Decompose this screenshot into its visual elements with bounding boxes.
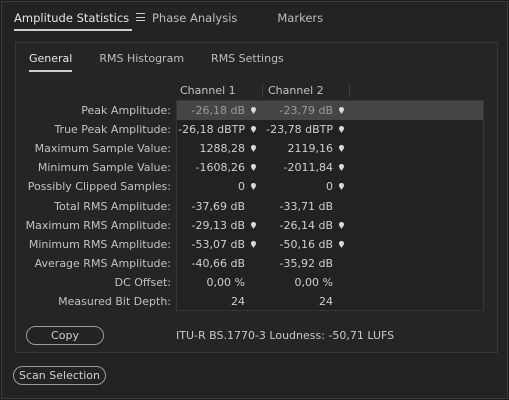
tab-general[interactable]: General [29, 52, 73, 72]
tab-markers[interactable]: Markers [277, 11, 323, 31]
top-tab-bar: Amplitude Statistics Phase Analysis Mark… [14, 11, 323, 31]
row-label: Average RMS Amplitude: [34, 256, 171, 270]
table-row[interactable]: Total RMS Amplitude: -37,69 dB -33,71 dB [54, 197, 483, 216]
channel-2-value: -23,79 dB [279, 104, 334, 117]
tab-amplitude-statistics-label: Amplitude Statistics [14, 11, 130, 25]
table-row[interactable]: True Peak Amplitude: -26,18 dBTP -23,78 dB… [54, 120, 483, 139]
location-pin-icon[interactable] [339, 221, 344, 229]
location-pin-icon[interactable] [339, 126, 344, 134]
sub-tab-bar: General RMS Histogram RMS Settings [29, 52, 284, 72]
channel-2-value: 0,00 % [294, 275, 333, 289]
channel-1-value: 24 [231, 295, 245, 308]
row-label: Minimum Sample Value: [37, 161, 171, 175]
tab-phase-analysis[interactable]: Phase Analysis [152, 11, 237, 31]
channel-2-value: -26,14 dB [279, 218, 334, 232]
tab-rms-settings-label: RMS Settings [211, 52, 284, 65]
row-label: Minimum RMS Amplitude: [28, 237, 171, 251]
channel-2-value: -23,78 dBTP [266, 123, 333, 137]
amplitude-statistics-panel: Amplitude Statistics Phase Analysis Mark… [1, 1, 508, 399]
general-statistics-pane: General RMS Histogram RMS Settings Chann… [15, 42, 498, 353]
location-pin-icon[interactable] [339, 107, 344, 114]
row-label: True Peak Amplitude: [54, 123, 171, 137]
tab-rms-histogram[interactable]: RMS Histogram [99, 52, 184, 72]
tab-markers-label: Markers [277, 11, 324, 25]
channel-1-value: 1288,28 [199, 142, 246, 156]
channel-2-value: 2119,16 [287, 142, 334, 156]
tab-phase-analysis-label: Phase Analysis [152, 11, 238, 25]
channel-2-value: 0 [326, 180, 333, 194]
row-label: Possibly Clipped Samples: [27, 180, 171, 194]
table-row[interactable]: Minimum Sample Value: -1608,26 -2011,84 [38, 158, 483, 177]
tab-amplitude-statistics[interactable]: Amplitude Statistics [14, 11, 146, 31]
channel-1-value: -40,66 dB [191, 256, 246, 270]
location-pin-icon[interactable] [251, 240, 256, 248]
location-pin-icon[interactable] [251, 107, 256, 114]
location-pin-icon[interactable] [251, 183, 256, 191]
row-label: Measured Bit Depth: [58, 295, 171, 308]
row-label: Maximum RMS Amplitude: [25, 218, 171, 232]
channel-1-value: 0 [238, 180, 245, 194]
statistics-table: Peak Amplitude: -26,18 dB -23,79 dB True Pe… [26, 100, 484, 311]
location-pin-icon[interactable] [251, 164, 256, 172]
channel-1-value: -26,18 dBTP [178, 123, 245, 137]
table-row[interactable]: Maximum RMS Amplitude: -29,13 dB -26,14 dB [26, 216, 483, 235]
channel-1-value: 0,00 % [206, 275, 245, 289]
location-pin-icon[interactable] [339, 183, 344, 191]
channel-2-value: -50,16 dB [279, 237, 334, 251]
scan-selection-button[interactable]: Scan Selection [13, 366, 106, 385]
table-row[interactable]: Average RMS Amplitude: -40,66 dB -35,92 dB [35, 254, 483, 273]
column-header-channel-2: Channel 2 [268, 84, 324, 97]
column-header-channel-1: Channel 1 [180, 84, 236, 97]
location-pin-icon[interactable] [251, 126, 256, 134]
location-pin-icon[interactable] [339, 164, 344, 172]
location-pin-icon[interactable] [251, 145, 256, 153]
location-pin-icon[interactable] [339, 145, 344, 153]
loudness-readout: ITU-R BS.1770-3 Loudness: -50,71 LUFS [176, 329, 395, 342]
table-row[interactable]: Peak Amplitude: -26,18 dB -23,79 dB [81, 101, 483, 121]
channel-1-value: -29,13 dB [191, 218, 246, 232]
column-divider [262, 84, 263, 97]
tab-rms-histogram-label: RMS Histogram [99, 52, 185, 65]
table-row[interactable]: Possibly Clipped Samples: 0 0 [28, 177, 483, 196]
table-row[interactable]: DC Offset: 0,00 % 0,00 % [115, 273, 483, 292]
copy-button[interactable]: Copy [26, 326, 104, 345]
row-label: DC Offset: [114, 275, 171, 289]
row-label: Maximum Sample Value: [34, 142, 171, 156]
location-pin-icon[interactable] [251, 221, 256, 229]
channel-1-value: -53,07 dB [191, 237, 246, 251]
table-row[interactable]: Measured Bit Depth: 24 24 [58, 292, 483, 311]
channel-2-value: 24 [319, 295, 333, 308]
channel-1-value: -26,18 dB [191, 104, 246, 117]
column-divider [349, 84, 350, 97]
channel-1-value: -1608,26 [195, 161, 245, 175]
channel-2-value: -35,92 dB [279, 256, 334, 270]
channel-2-value: -33,71 dB [279, 199, 334, 213]
table-row[interactable]: Minimum RMS Amplitude: -53,07 dB -50,16 dB [29, 235, 483, 254]
tab-rms-settings[interactable]: RMS Settings [211, 52, 284, 72]
channel-1-value: -37,69 dB [191, 199, 246, 213]
location-pin-icon[interactable] [339, 240, 344, 248]
table-row[interactable]: Maximum Sample Value: 1288,28 2119,16 [35, 139, 483, 158]
row-label: Total RMS Amplitude: [54, 199, 171, 213]
tab-general-label: General [29, 52, 73, 65]
hamburger-menu-icon[interactable] [136, 13, 146, 21]
channel-2-value: -2011,84 [283, 161, 333, 175]
row-label: Peak Amplitude: [81, 104, 171, 117]
